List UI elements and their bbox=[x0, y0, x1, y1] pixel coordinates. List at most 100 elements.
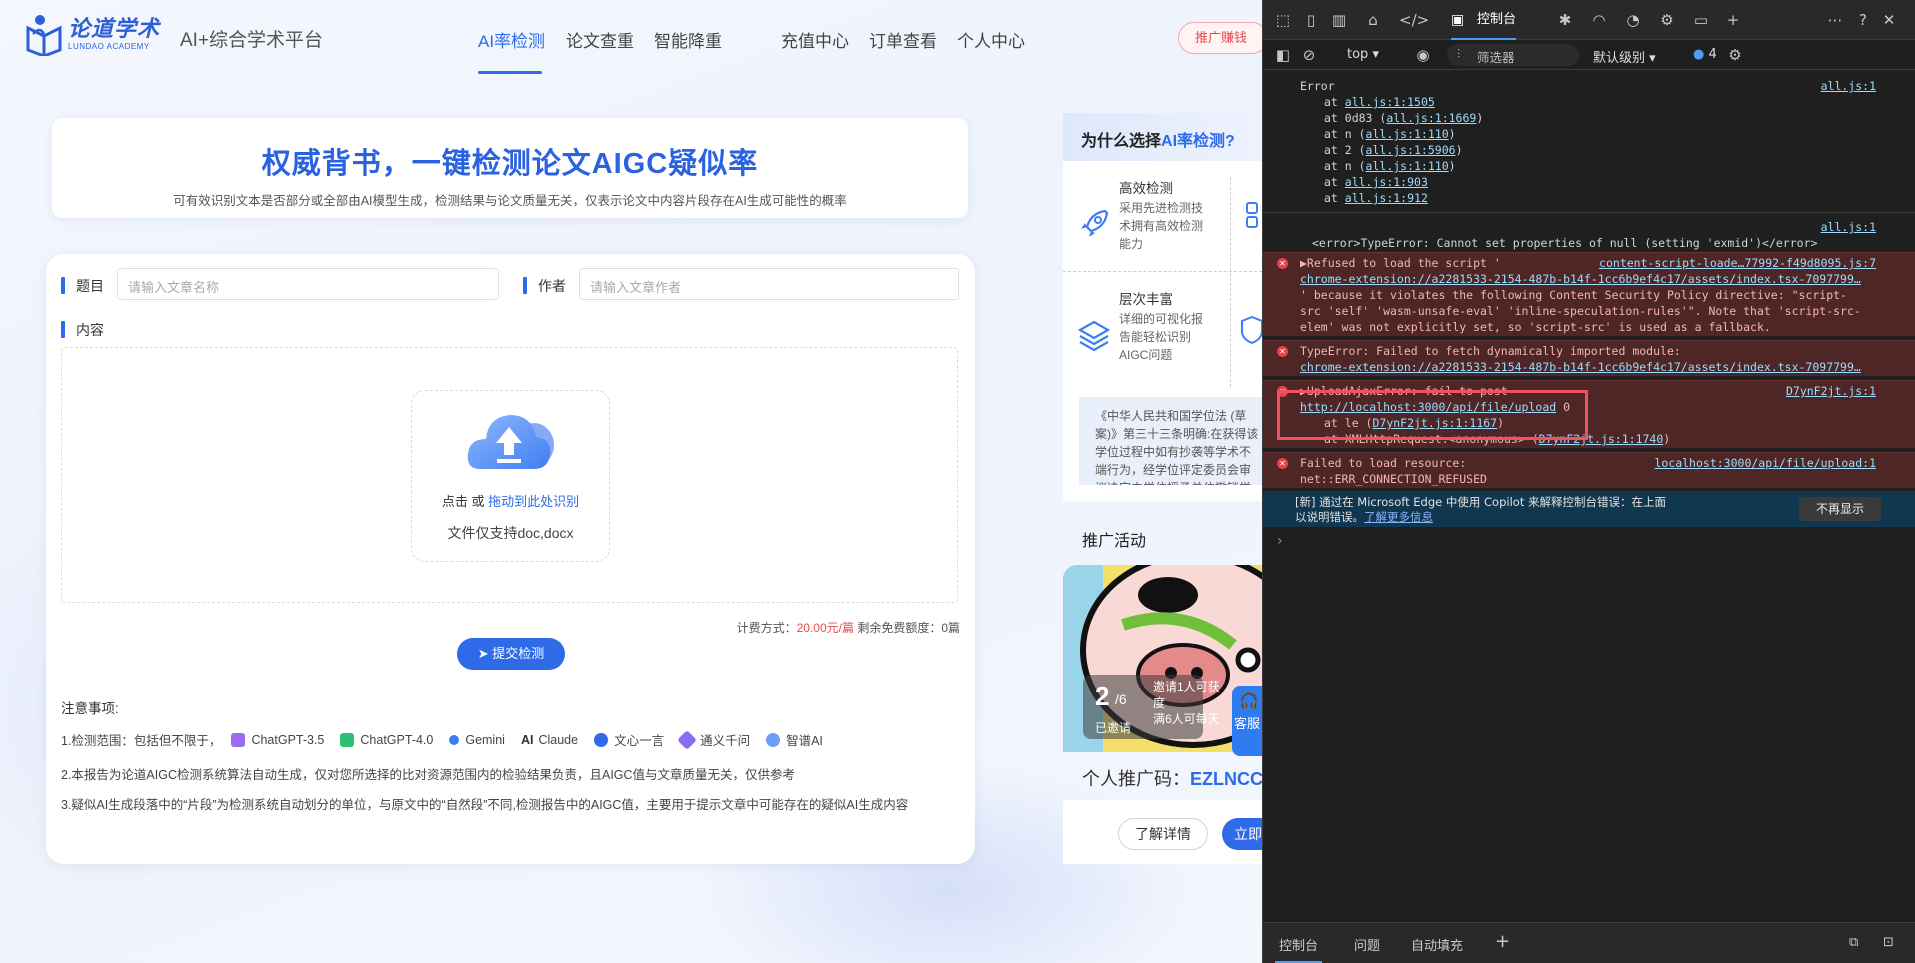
referral-code: 个人推广码：EZLNCC bbox=[1082, 765, 1262, 791]
nav-plagiarism-check[interactable]: 论文查重 bbox=[566, 27, 634, 52]
feature-desc: 详细的可视化报告能轻松识别AIGC问题 bbox=[1119, 312, 1204, 362]
stack-link[interactable]: all.js:1:110 bbox=[1366, 159, 1449, 173]
stack-line: at 2 (all.js:1:5906) bbox=[1324, 143, 1463, 157]
close-icon[interactable]: ✕ bbox=[1879, 10, 1899, 30]
nav-active-indicator bbox=[478, 71, 542, 74]
headset-icon: 🎧 bbox=[1239, 693, 1259, 710]
add-tab-icon[interactable]: + bbox=[1723, 10, 1743, 30]
drawer-tab-issues[interactable]: 问题 bbox=[1354, 935, 1380, 954]
dock-icon[interactable]: ⧉ bbox=[1849, 935, 1858, 950]
console-prompt-icon[interactable]: › bbox=[1277, 533, 1283, 549]
wifi-icon[interactable]: ◠ bbox=[1589, 10, 1609, 30]
settings-icon[interactable]: ⚙ bbox=[1725, 45, 1745, 65]
dont-show-again-button[interactable]: 不再显示 bbox=[1799, 497, 1881, 521]
error-icon: ✕ bbox=[1277, 258, 1288, 269]
add-drawer-tab-icon[interactable]: + bbox=[1495, 931, 1510, 952]
elements-icon[interactable]: </> bbox=[1399, 10, 1429, 30]
model-name: Claude bbox=[538, 732, 579, 747]
model-name: 智谱AI bbox=[786, 734, 823, 748]
upload-drag-link[interactable]: 拖动到此处识别 bbox=[488, 494, 579, 509]
sidebar-toggle-icon[interactable]: ◧ bbox=[1273, 45, 1293, 65]
stack-link[interactable]: all.js:1:5906 bbox=[1366, 143, 1456, 157]
promo-earn-button[interactable]: 推广赚钱 bbox=[1178, 22, 1262, 54]
stack-link[interactable]: all.js:1:912 bbox=[1345, 191, 1428, 205]
csp-url[interactable]: chrome-extension://a2281533-2154-487b-b1… bbox=[1300, 271, 1915, 287]
model-claude: AI Claude bbox=[521, 733, 578, 747]
sidebar-icon[interactable]: ▥ bbox=[1329, 10, 1349, 30]
content-label: 内容 bbox=[61, 320, 104, 340]
issues-counter[interactable]: ● 4 bbox=[1693, 47, 1717, 62]
nav-smart-rewrite[interactable]: 智能降重 bbox=[654, 27, 722, 52]
customer-service-button[interactable]: 🎧 客服 bbox=[1232, 686, 1262, 756]
pricing-value: 20.00元/篇 bbox=[796, 621, 854, 635]
stack-link[interactable]: all.js:1:1505 bbox=[1345, 95, 1435, 109]
eye-icon[interactable]: ◉ bbox=[1413, 45, 1433, 65]
detection-form: 题目 请输入文章名称 作者 请输入文章作者 内容 点击 或 拖动到此处识别 文件… bbox=[46, 254, 975, 864]
log-source-link[interactable]: content-script-loade…77992-f49d8095.js:7 bbox=[1599, 255, 1876, 271]
console-icon: ▣ bbox=[1451, 12, 1465, 28]
bug-icon[interactable]: ✱ bbox=[1555, 10, 1575, 30]
drawer-tab-console[interactable]: 控制台 bbox=[1274, 935, 1323, 963]
device-icon[interactable]: ▯ bbox=[1301, 10, 1321, 30]
clear-console-icon[interactable]: ⊘ bbox=[1299, 45, 1319, 65]
content-dropzone[interactable]: 点击 或 拖动到此处识别 文件仅支持doc,docx bbox=[61, 347, 958, 603]
submit-button[interactable]: ➤ 提交检测 bbox=[457, 638, 565, 670]
site-logo[interactable]: 论道学术 LUNDAO ACADEMY bbox=[26, 12, 160, 58]
invite-total: 6 bbox=[1118, 691, 1127, 707]
stack-link[interactable]: all.js:1:1669 bbox=[1386, 111, 1476, 125]
model-name: 文心一言 bbox=[614, 734, 665, 748]
upload-area[interactable]: 点击 或 拖动到此处识别 文件仅支持doc,docx bbox=[411, 390, 610, 562]
grid-icon bbox=[1241, 201, 1262, 235]
stack-link[interactable]: all.js:1:903 bbox=[1345, 175, 1428, 189]
type-error-text: <error>TypeError: Cannot set properties … bbox=[1312, 236, 1818, 250]
author-label: 作者 bbox=[523, 276, 566, 296]
nav-profile[interactable]: 个人中心 bbox=[957, 27, 1025, 52]
context-selector[interactable]: top ▾ bbox=[1347, 47, 1379, 62]
log-source-link[interactable]: all.js:1 bbox=[1821, 219, 1876, 235]
why-choose-panel: 为什么选择AI率检测? 高效检测 采用先进检测技术拥有高效检测能力 层次丰富 详… bbox=[1063, 113, 1262, 501]
hero-title: 权威背书，一键检测论文AIGC疑似率 bbox=[261, 148, 759, 180]
log-source-link[interactable]: localhost:3000/api/file/upload:1 bbox=[1654, 455, 1876, 471]
home-icon[interactable]: ⌂ bbox=[1363, 10, 1383, 30]
fetch-url[interactable]: chrome-extension://a2281533-2154-487b-b1… bbox=[1300, 359, 1915, 375]
feature-efficient: 高效检测 采用先进检测技术拥有高效检测能力 bbox=[1063, 177, 1228, 277]
copilot-hint: [新] 通过在 Microsoft Edge 中使用 Copilot 来解释控制… bbox=[1263, 491, 1915, 527]
wenxin-icon bbox=[594, 732, 609, 747]
filter-input[interactable]: ⫶ 筛选器 bbox=[1447, 44, 1579, 66]
application-icon[interactable]: ▭ bbox=[1691, 10, 1711, 30]
copilot-learn-more-link[interactable]: 了解更多信息 bbox=[1364, 510, 1433, 524]
author-input[interactable]: 请输入文章作者 bbox=[579, 268, 959, 300]
log-level-selector[interactable]: 默认级别 ▾ bbox=[1593, 47, 1656, 66]
nav-orders[interactable]: 订单查看 bbox=[869, 27, 937, 52]
help-icon[interactable]: ? bbox=[1853, 10, 1873, 30]
stack-link[interactable]: all.js:1:110 bbox=[1366, 127, 1449, 141]
model-zhipu: 智谱AI bbox=[766, 730, 823, 749]
platform-name: AI+综合学术平台 bbox=[180, 30, 324, 51]
nav-recharge[interactable]: 充值中心 bbox=[781, 27, 849, 52]
promote-now-button[interactable]: 立即 bbox=[1222, 818, 1262, 850]
scope-prefix: 1.检测范围：包括但不限于， bbox=[61, 734, 222, 748]
console-filter-bar: ◧ ⊘ top ▾ ◉ ⫶ 筛选器 默认级别 ▾ ● 4 ⚙ bbox=[1263, 40, 1915, 70]
log-csp-error: ✕ ▶Refused to load the script ' content-… bbox=[1263, 252, 1915, 336]
memory-icon[interactable]: ⚙ bbox=[1657, 10, 1677, 30]
detection-scope: 1.检测范围：包括但不限于， ChatGPT-3.5 ChatGPT-4.0 G… bbox=[61, 729, 829, 750]
learn-more-button[interactable]: 了解详情 bbox=[1118, 818, 1208, 850]
devtools-toolbar: ⬚ ▯ ▥ ⌂ </> ▣ 控制台 ✱ ◠ ◔ ⚙ ▭ + ⋯ ? ✕ bbox=[1263, 0, 1915, 40]
book-logo-icon bbox=[26, 12, 62, 58]
invite-text-2: 度 bbox=[1153, 696, 1166, 710]
model-wenxin: 文心一言 bbox=[594, 730, 664, 749]
tab-console[interactable]: ▣ 控制台 bbox=[1451, 8, 1517, 40]
shield-icon bbox=[1241, 313, 1262, 347]
stack-line: at n (all.js:1:110) bbox=[1324, 159, 1456, 173]
collapse-drawer-icon[interactable]: ⊡ bbox=[1883, 935, 1894, 950]
nav-ai-detection[interactable]: AI率检测 bbox=[478, 27, 545, 52]
submit-label: 提交检测 bbox=[492, 646, 545, 661]
drawer-tab-autofill[interactable]: 自动填充 bbox=[1411, 935, 1463, 954]
more-options-icon[interactable]: ⋯ bbox=[1825, 10, 1845, 30]
inspect-icon[interactable]: ⬚ bbox=[1273, 10, 1293, 30]
log-source-link[interactable]: all.js:1 bbox=[1821, 78, 1876, 94]
title-input[interactable]: 请输入文章名称 bbox=[117, 268, 499, 300]
stack-line: at 0d83 (all.js:1:1669) bbox=[1324, 111, 1484, 125]
log-source-link[interactable]: D7ynF2jt.js:1 bbox=[1786, 383, 1876, 399]
performance-icon[interactable]: ◔ bbox=[1623, 10, 1643, 30]
